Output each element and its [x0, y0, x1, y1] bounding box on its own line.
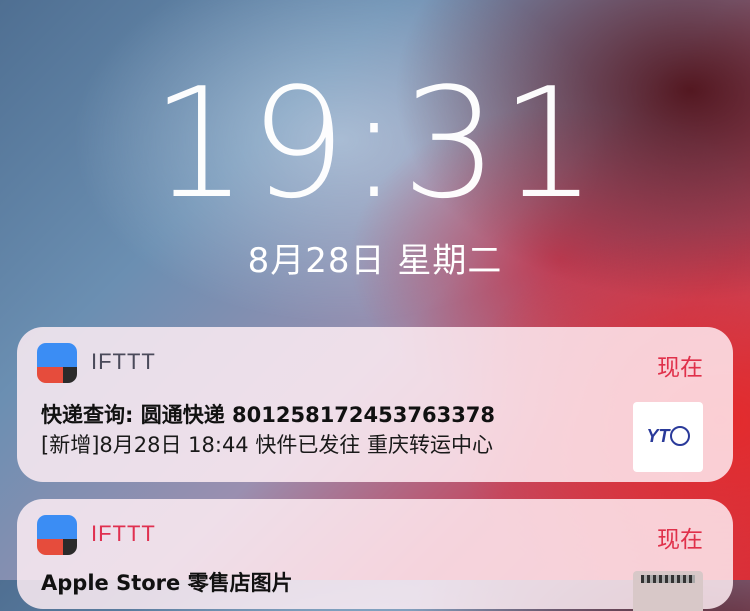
notification-time: 现在	[657, 527, 703, 553]
yto-logo-icon: YT	[646, 425, 690, 447]
notification-title: Apple Store 零售店图片	[41, 571, 293, 595]
notification-thumbnail: YT	[633, 402, 703, 472]
lockscreen-date: 8月28日 星期二	[247, 241, 503, 281]
notification-time: 现在	[657, 355, 703, 381]
notification-title: 快递查询: 圆通快递 801258172453763378	[41, 403, 496, 427]
notification-app-name: IFTTT	[91, 521, 156, 546]
notification-card[interactable]: IFTTT 现在 Apple Store 零售店图片	[17, 499, 733, 611]
ifttt-app-icon	[37, 515, 77, 555]
lockscreen-clock: 19:31	[150, 55, 600, 232]
notification-card[interactable]: IFTTT 现在 快递查询: 圆通快递 801258172453763378 […	[17, 327, 733, 482]
notification-body: [新增]8月28日 18:44 快件已发往 重庆转运中心	[41, 433, 494, 457]
notification-app-name: IFTTT	[91, 349, 156, 374]
notification-thumbnail	[633, 571, 703, 611]
ifttt-app-icon	[37, 343, 77, 383]
